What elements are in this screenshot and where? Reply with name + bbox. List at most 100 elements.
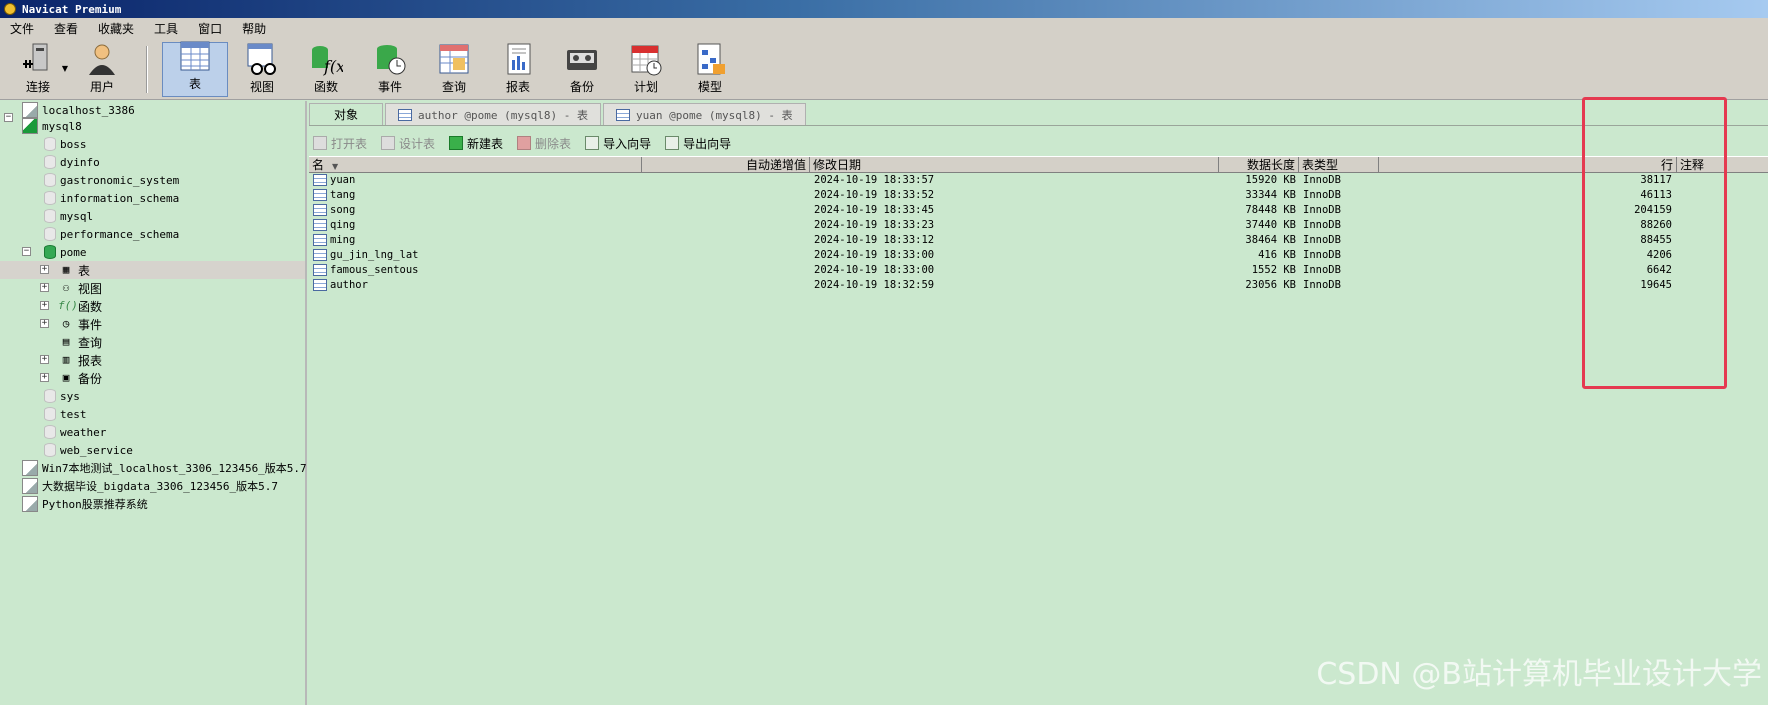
column-header-engine[interactable]: 表类型 [1299,157,1379,173]
connection-icon [22,460,38,476]
button-label: 删除表 [535,136,572,151]
database-icon [44,191,56,205]
database-icon [44,389,56,403]
query-button[interactable]: 查询 [422,40,486,99]
tree-label: weather [60,425,107,439]
expand-icon[interactable]: + [40,373,49,382]
column-header-data-length[interactable]: 数据长度 [1219,157,1299,173]
menu-window[interactable]: 窗口 [188,18,232,40]
app-logo-icon [4,3,16,15]
column-header-name[interactable]: 名 ▼ [309,157,642,173]
user-label: 用户 [89,80,114,94]
export-wizard-button[interactable]: 导出向导 [665,135,731,152]
table-button[interactable]: 表 [162,41,228,97]
event-icon: ◷ [62,317,70,330]
chevron-down-icon[interactable]: ▼ [62,64,68,73]
header-label: 名 [312,158,325,172]
function-label: 函数 [313,80,338,94]
function-button[interactable]: f(x) 函数 [294,40,358,99]
tree-label: 查询 [78,335,103,350]
table-icon [313,204,327,216]
menu-tools[interactable]: 工具 [144,18,188,40]
table-icon: ▦ [62,263,70,276]
tree-category-functions[interactable]: f() 函数 [58,297,102,315]
tree-db-sys[interactable]: sys [42,387,80,405]
collapse-icon[interactable]: − [22,247,31,256]
tree-connection-mysql8[interactable]: mysql8 [22,117,82,135]
backup-button[interactable]: 备份 [550,40,614,99]
table-row[interactable]: song 2024-10-19 18:33:45 78448 KB InnoDB 204… [309,203,1768,218]
tree-db-performance-schema[interactable]: performance_schema [42,225,179,243]
tree-db-gastronomic-system[interactable]: gastronomic_system [42,171,179,189]
view-button[interactable]: 视图 [230,40,294,99]
tree-db-dyinfo[interactable]: dyinfo [42,153,100,171]
menu-file[interactable]: 文件 [0,18,44,40]
database-icon [44,407,56,421]
design-table-icon [381,136,396,150]
delete-table-button[interactable]: 删除表 [517,135,571,152]
tree-db-weather[interactable]: weather [42,423,106,441]
table-row[interactable]: tang 2024-10-19 18:33:52 33344 KB InnoDB 461… [309,188,1768,203]
tree-db-pome[interactable]: pome [42,243,87,261]
tree-db-boss[interactable]: boss [42,135,87,153]
model-icon [693,42,727,76]
new-table-button[interactable]: 新建表 [449,135,503,152]
table-row[interactable]: ming 2024-10-19 18:33:12 38464 KB InnoDB 884… [309,233,1768,248]
tree-connection-bigdata[interactable]: 大数据毕设_bigdata_3306_123456_版本5.7 [22,477,278,495]
cell-modified: 2024-10-19 18:33:23 [814,219,935,231]
menu-favorites[interactable]: 收藏夹 [88,18,144,40]
import-wizard-button[interactable]: 导入向导 [585,135,651,152]
tree-category-reports[interactable]: ▥ 报表 [58,351,102,369]
expand-icon[interactable]: + [40,355,49,364]
table-icon [313,234,327,246]
expand-icon[interactable]: + [40,301,49,310]
collapse-icon[interactable]: − [4,113,13,122]
menu-view[interactable]: 查看 [44,18,88,40]
report-button[interactable]: 报表 [486,40,550,99]
open-table-button[interactable]: 打开表 [313,135,367,152]
menu-help[interactable]: 帮助 [232,18,276,40]
connection-button[interactable]: 连接 ▼ [6,40,70,99]
tree-category-backups[interactable]: ▣ 备份 [58,369,102,387]
tree-category-views[interactable]: ⚇ 视图 [58,279,102,297]
table-row[interactable]: gu_jin_lng_lat 2024-10-19 18:33:00 416 KB I… [309,248,1768,263]
column-header-auto-increment[interactable]: 自动递增值 [642,157,810,173]
query-icon [437,42,471,76]
table-row[interactable]: qing 2024-10-19 18:33:23 37440 KB InnoDB 882… [309,218,1768,233]
tree-db-test[interactable]: test [42,405,87,423]
table-row[interactable]: author 2024-10-19 18:32:59 23056 KB InnoDB 1… [309,278,1768,293]
expand-icon[interactable]: + [40,319,49,328]
cell-name: yuan [313,173,613,188]
tree-connection-win7[interactable]: Win7本地测试_localhost_3306_123456_版本5.7 [22,459,307,477]
tree-label: information_schema [60,191,180,205]
model-button[interactable]: 模型 [678,40,742,99]
tree-category-events[interactable]: ◷ 事件 [58,315,102,333]
table-row[interactable]: famous_sentous 2024-10-19 18:33:00 1552 KB… [309,263,1768,278]
tab-author-table[interactable]: author @pome (mysql8) - 表 [385,103,601,125]
expand-icon[interactable]: + [40,283,49,292]
table-icon [313,249,327,261]
expand-icon[interactable]: + [40,265,49,274]
column-header-modified[interactable]: 修改日期 [810,157,1219,173]
tree-db-web-service[interactable]: web_service [42,441,133,459]
connection-tree: localhost_3386 − mysql8 boss dyinfo gast… [0,101,307,705]
tree-db-information-schema[interactable]: information_schema [42,189,179,207]
table-name: author [330,279,368,291]
event-button[interactable]: 事件 [358,40,422,99]
tree-label: 备份 [78,371,103,386]
tree-connection-python-stock[interactable]: Python股票推荐系统 [22,495,148,513]
schedule-icon [629,42,663,76]
cell-engine: InnoDB [1303,189,1341,201]
schedule-button[interactable]: 计划 [614,40,678,99]
table-row[interactable]: yuan 2024-10-19 18:33:57 15920 KB InnoDB 381… [309,173,1768,188]
tree-db-mysql[interactable]: mysql [42,207,93,225]
user-button[interactable]: 用户 [70,40,134,99]
tab-objects[interactable]: 对象 [309,103,384,125]
design-table-button[interactable]: 设计表 [381,135,435,152]
tree-category-queries[interactable]: ▤ 查询 [58,333,102,351]
tree-category-tables[interactable]: ▦ 表 [58,261,90,279]
query-icon: ▤ [62,335,70,348]
object-toolbar: 打开表 设计表 新建表 删除表 导入向导 导出向导 [313,132,745,154]
tab-yuan-table[interactable]: yuan @pome (mysql8) - 表 [602,103,806,125]
button-label: 导入向导 [603,136,652,151]
